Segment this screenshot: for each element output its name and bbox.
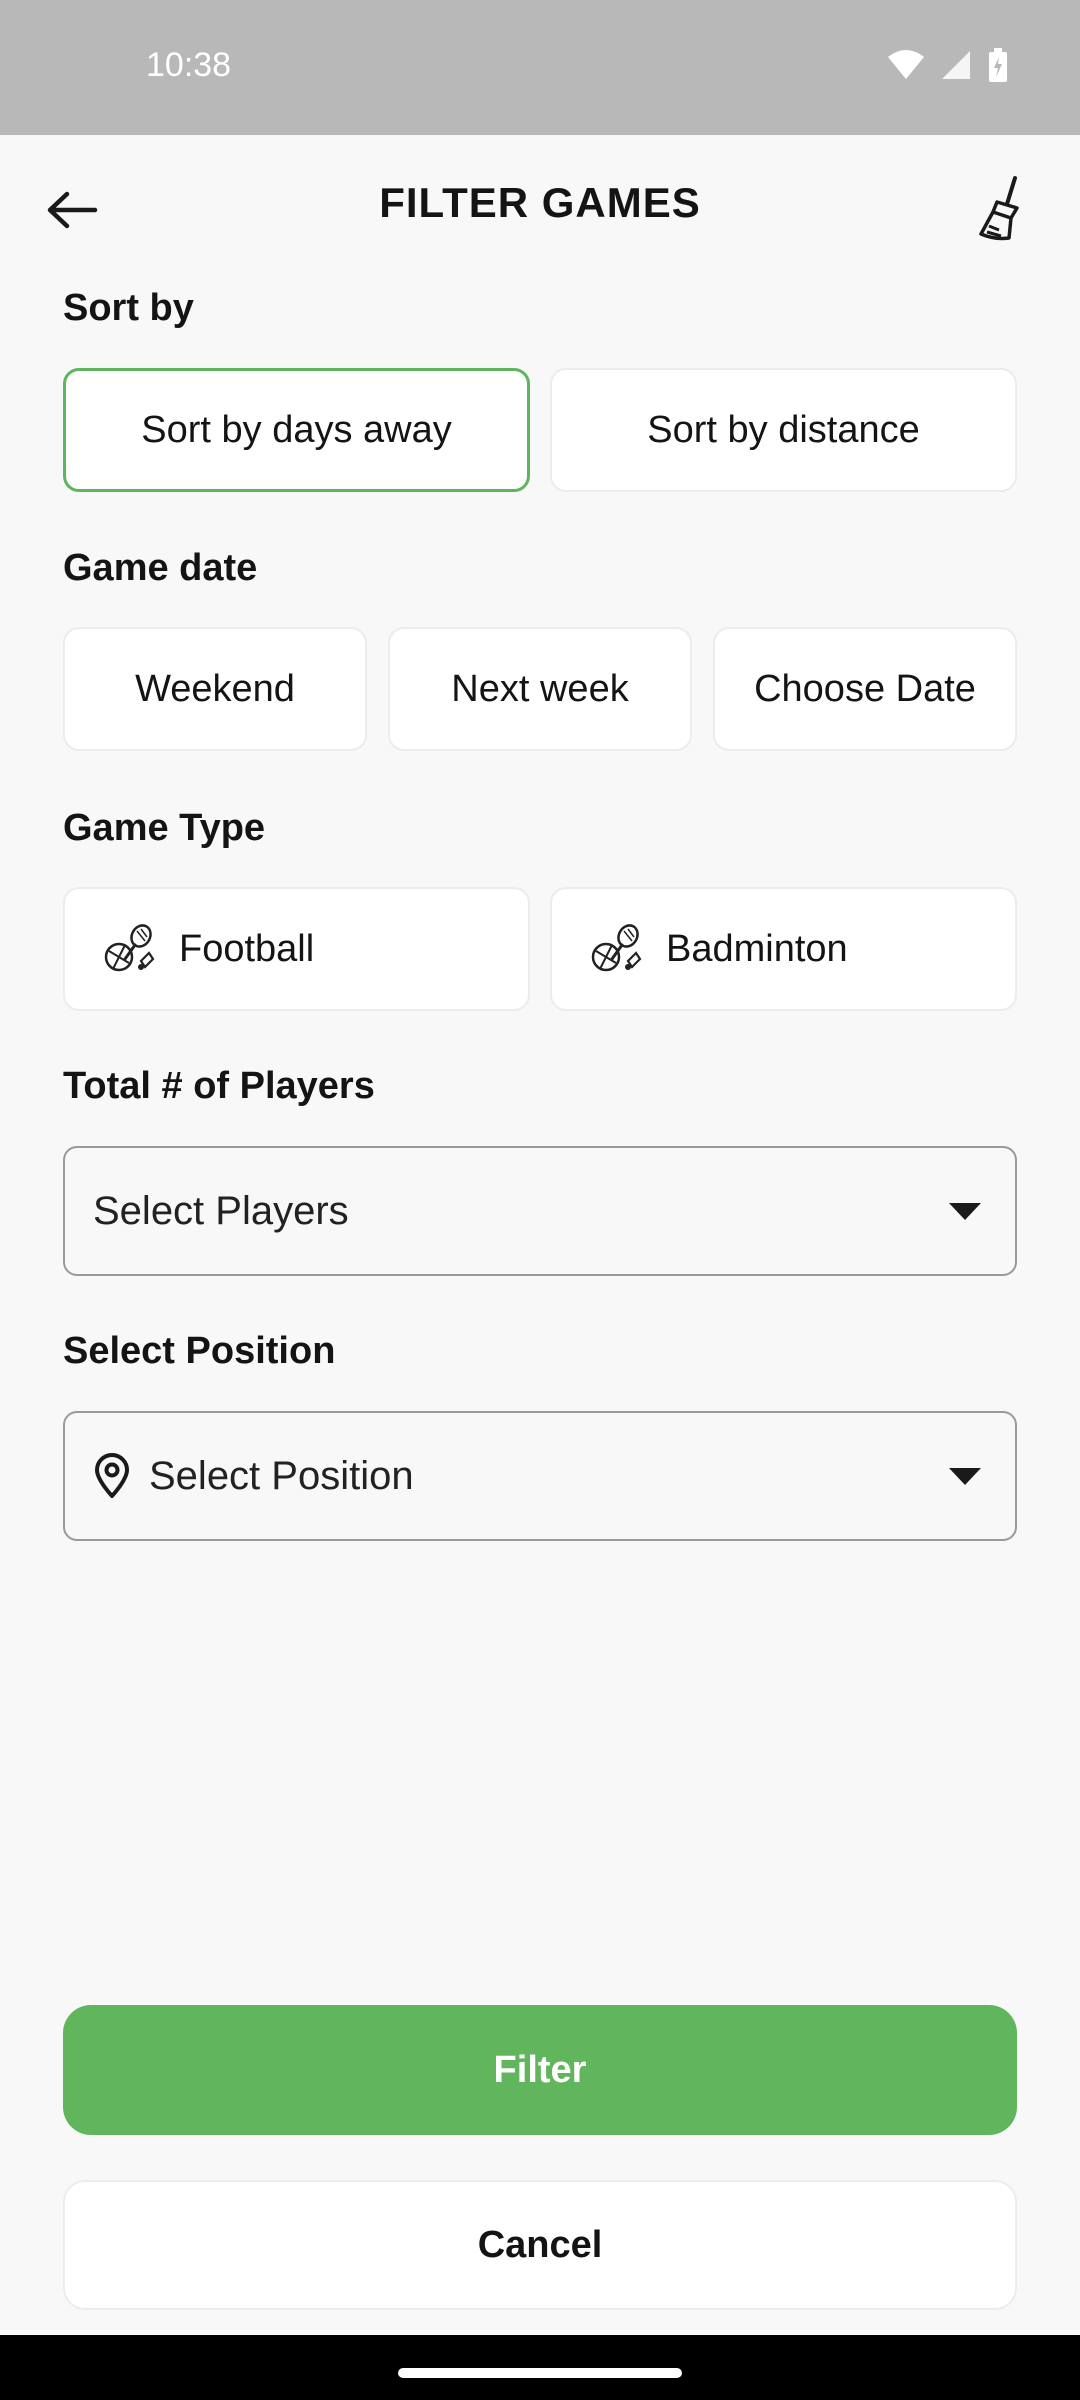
- game-type-label: Game Type: [63, 807, 266, 849]
- status-bar: 10:38: [0, 0, 1080, 135]
- header: FILTER GAMES: [0, 135, 1080, 285]
- wifi-icon: [888, 50, 924, 79]
- broom-icon: [979, 176, 1019, 241]
- sort-by-days-away-chip[interactable]: Sort by days away: [63, 368, 530, 492]
- signal-icon: [942, 51, 970, 79]
- badminton-label: Badminton: [666, 927, 848, 970]
- caret-down-icon: [949, 1202, 981, 1220]
- game-date-label: Game date: [63, 547, 258, 589]
- filter-button[interactable]: Filter: [63, 2005, 1017, 2135]
- badminton-chip[interactable]: Badminton: [550, 887, 1017, 1011]
- football-label: Football: [179, 927, 315, 970]
- home-indicator[interactable]: [398, 2368, 682, 2378]
- sports-equipment-icon: [104, 924, 155, 972]
- status-icons: [886, 48, 1008, 82]
- select-position-label: Select Position: [63, 1330, 336, 1372]
- select-position-placeholder: Select Position: [149, 1453, 414, 1498]
- caret-down-icon: [949, 1467, 981, 1485]
- cancel-button[interactable]: Cancel: [63, 2180, 1017, 2310]
- select-players-dropdown[interactable]: Select Players: [63, 1146, 1017, 1276]
- battery-icon: [989, 48, 1007, 82]
- sort-by-label: Sort by: [63, 287, 194, 329]
- football-chip[interactable]: Football: [63, 887, 530, 1011]
- clear-filters-button[interactable]: [970, 171, 1040, 245]
- total-players-label: Total # of Players: [63, 1065, 375, 1107]
- weekend-chip[interactable]: Weekend: [63, 627, 367, 751]
- location-pin-icon: [93, 1453, 131, 1499]
- page-title: FILTER GAMES: [379, 179, 701, 226]
- filter-games-screen: FILTER GAMES Sort by Sort by days away S…: [0, 135, 1080, 2335]
- sports-equipment-icon: [591, 924, 642, 972]
- select-players-placeholder: Select Players: [93, 1188, 349, 1233]
- choose-date-chip[interactable]: Choose Date: [713, 627, 1017, 751]
- select-position-dropdown[interactable]: Select Position: [63, 1411, 1017, 1541]
- next-week-chip[interactable]: Next week: [388, 627, 692, 751]
- sort-by-distance-chip[interactable]: Sort by distance: [550, 368, 1017, 492]
- status-time: 10:38: [146, 46, 232, 84]
